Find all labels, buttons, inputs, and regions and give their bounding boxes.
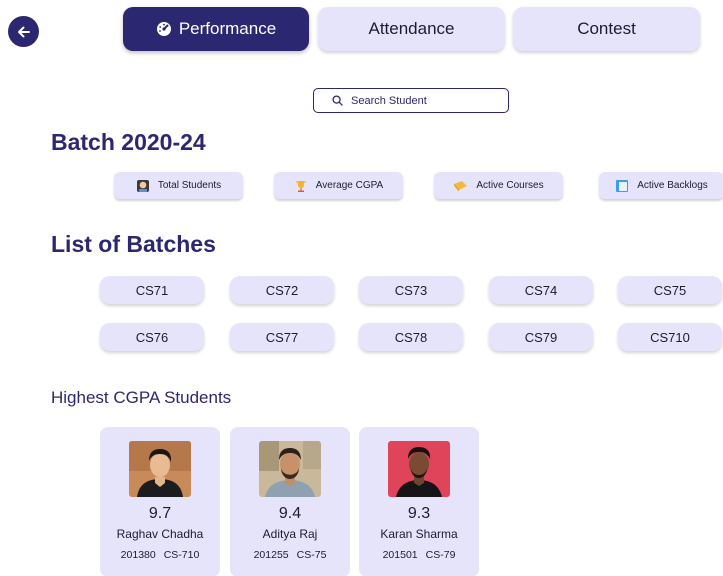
stat-average-cgpa[interactable]: Average CGPA (274, 172, 403, 199)
batch-chip-cs710[interactable]: CS710 (618, 323, 722, 351)
batch-chip-cs73[interactable]: CS73 (359, 276, 463, 304)
student-info: 201380 CS-710 (100, 549, 220, 561)
batch-chip-cs77[interactable]: CS77 (230, 323, 334, 351)
batch-chip-cs79[interactable]: CS79 (489, 323, 593, 351)
performance-page: Performance Attendance Contest Batch 202… (0, 0, 723, 576)
batch-label: CS75 (653, 282, 687, 298)
student-card[interactable]: 9.3 Karan Sharma 201501 CS-79 (359, 427, 479, 576)
batches-title: List of Batches (51, 231, 216, 257)
arrow-left-icon (17, 26, 30, 37)
batch-label: CS74 (524, 282, 558, 298)
batch-label: CS710 (650, 329, 690, 345)
student-card[interactable]: 9.4 Aditya Raj 201255 CS-75 (230, 427, 350, 576)
batch-chip-cs72[interactable]: CS72 (230, 276, 334, 304)
student-name: Raghav Chadha (116, 527, 204, 541)
stat-active-backlogs[interactable]: Active Backlogs (599, 172, 723, 199)
stat-active-courses[interactable]: Active Courses (434, 172, 563, 199)
batch-label: CS73 (394, 282, 428, 298)
student-batch: CS-79 (425, 549, 456, 561)
student-info: 201255 CS-75 (230, 549, 350, 561)
student-cgpa: 9.3 (407, 505, 431, 522)
tab-contest[interactable]: Contest (513, 7, 700, 51)
dashboard-gauge-icon (156, 21, 172, 37)
student-batch: CS-710 (163, 549, 200, 561)
student-id: 201501 (382, 549, 418, 561)
stat-label: Active Backlogs (637, 180, 708, 191)
search-input[interactable] (351, 94, 501, 107)
batch-label: CS77 (265, 329, 299, 345)
avatar (388, 441, 450, 497)
search-icon (332, 95, 343, 106)
student-name: Aditya Raj (262, 527, 318, 541)
batch-chip-cs74[interactable]: CS74 (489, 276, 593, 304)
batch-label: CS79 (524, 329, 558, 345)
batch-label: CS76 (135, 329, 169, 345)
back-button[interactable] (8, 16, 39, 47)
tab-label: Attendance (368, 19, 455, 38)
batch-chip-cs75[interactable]: CS75 (618, 276, 722, 304)
stat-label: Total Students (157, 180, 222, 191)
student-batch: CS-75 (296, 549, 327, 561)
tab-attendance[interactable]: Attendance (318, 7, 505, 51)
batch-label: CS71 (135, 282, 169, 298)
batch-chip-cs78[interactable]: CS78 (359, 323, 463, 351)
batch-title: Batch 2020-24 (51, 129, 206, 155)
tab-performance[interactable]: Performance (123, 7, 309, 51)
student-info: 201501 CS-79 (359, 549, 479, 561)
stat-label: Average CGPA (315, 180, 384, 191)
document-icon (615, 179, 629, 193)
highest-cgpa-title: Highest CGPA Students (51, 388, 232, 407)
stat-label: Active Courses (476, 180, 544, 191)
tab-label: Performance (178, 19, 277, 38)
batch-label: CS72 (265, 282, 299, 298)
trophy-icon (294, 179, 308, 193)
avatar (259, 441, 321, 497)
batch-label: CS78 (394, 329, 428, 345)
student-cgpa: 9.4 (278, 505, 302, 522)
student-cgpa: 9.7 (148, 505, 172, 522)
student-icon (136, 179, 150, 193)
student-id: 201380 (120, 549, 156, 561)
batch-chip-cs76[interactable]: CS76 (100, 323, 204, 351)
tab-label: Contest (577, 19, 636, 38)
student-name: Karan Sharma (380, 527, 458, 541)
avatar (129, 441, 191, 497)
student-id: 201255 (253, 549, 289, 561)
stat-total-students[interactable]: Total Students (114, 172, 243, 199)
search-box (313, 88, 509, 113)
batch-chip-cs71[interactable]: CS71 (100, 276, 204, 304)
book-icon (453, 179, 468, 193)
student-card[interactable]: 9.7 Raghav Chadha 201380 CS-710 (100, 427, 220, 576)
